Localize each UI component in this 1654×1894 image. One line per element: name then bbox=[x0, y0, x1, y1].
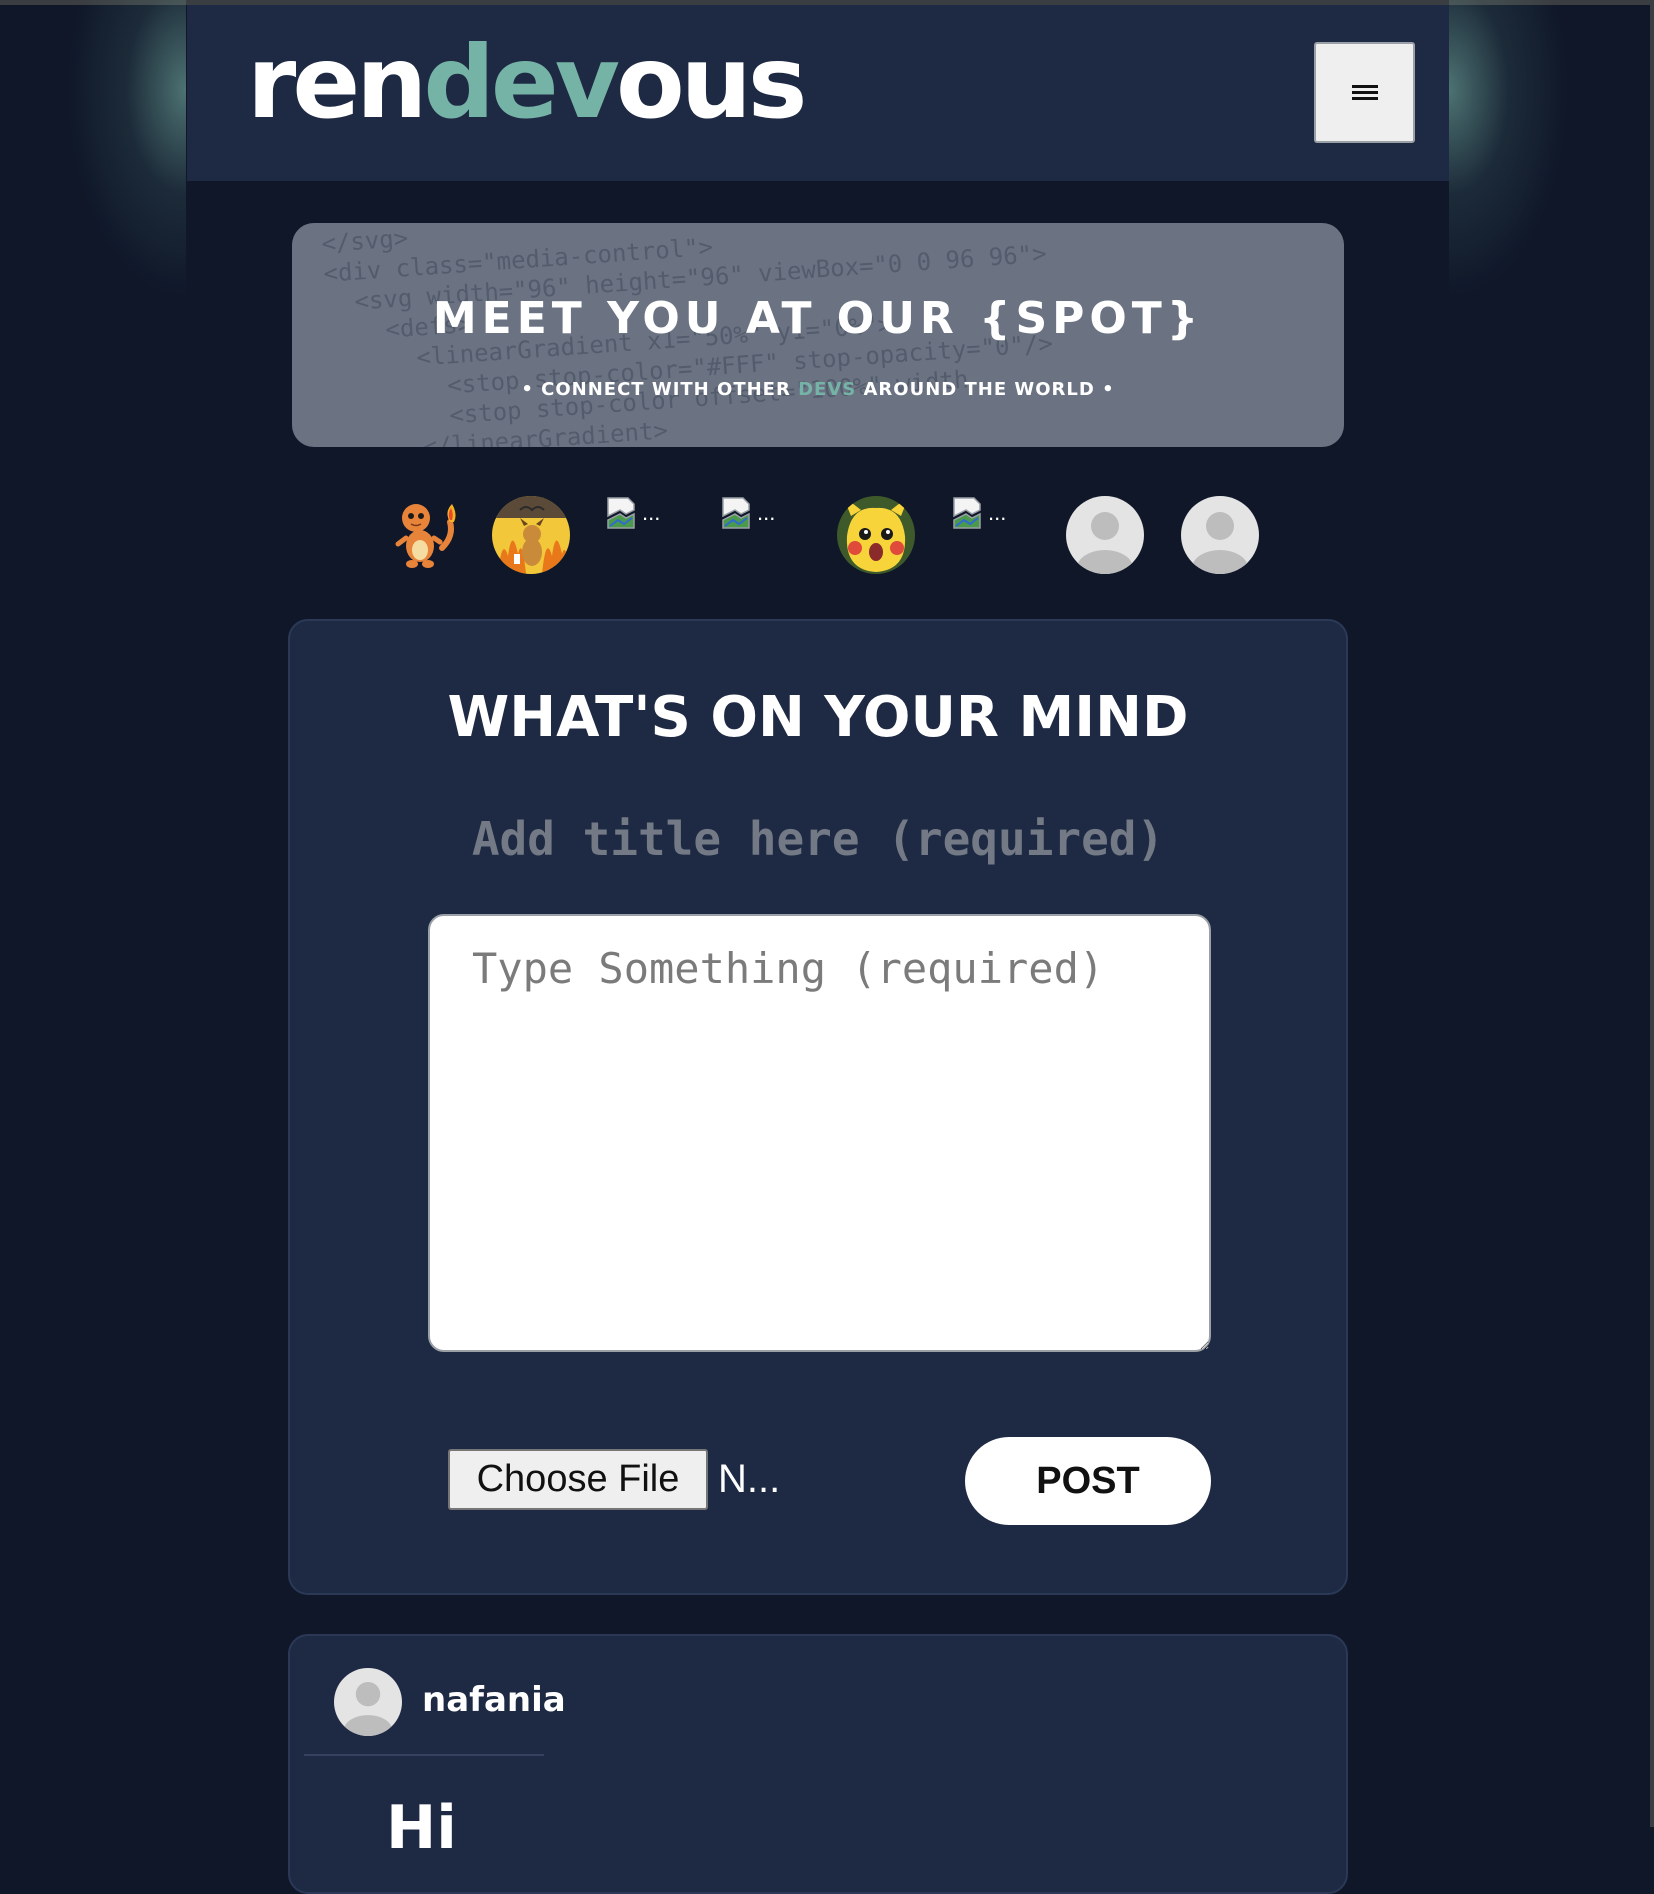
user-avatar[interactable] bbox=[837, 496, 915, 574]
site-logo[interactable]: rendevous bbox=[247, 33, 807, 133]
window-right-edge bbox=[1650, 0, 1654, 1827]
user-avatar[interactable] bbox=[1066, 496, 1144, 574]
banner-sub-prefix: • CONNECT WITH OTHER bbox=[521, 379, 799, 400]
default-user-icon bbox=[1066, 496, 1144, 574]
broken-image-icon bbox=[722, 497, 750, 529]
banner-heading: MEET YOU AT OUR {SPOT} bbox=[432, 293, 1204, 344]
banner-sub-accent: DEVS bbox=[798, 379, 857, 400]
broken-image-icon bbox=[607, 497, 635, 529]
compose-heading: WHAT'S ON YOUR MIND bbox=[447, 685, 1189, 750]
choose-file-button[interactable]: Choose File bbox=[448, 1449, 708, 1510]
file-upload: Choose File N... bbox=[448, 1449, 848, 1511]
logo-text-start: ren bbox=[247, 24, 427, 141]
surprised-pikachu-icon bbox=[837, 496, 915, 574]
header-glow-right bbox=[1449, 0, 1569, 300]
compose-post-card: WHAT'S ON YOUR MIND Choose File N... POS… bbox=[288, 619, 1348, 1595]
banner-subheading: • CONNECT WITH OTHER DEVS AROUND THE WOR… bbox=[292, 379, 1344, 400]
site-header: rendevous bbox=[187, 5, 1449, 181]
logo-text-end: ous bbox=[615, 24, 807, 141]
user-avatar[interactable]: ... bbox=[606, 496, 686, 574]
header-glow-left bbox=[66, 0, 186, 300]
user-avatar[interactable]: ... bbox=[952, 496, 1032, 574]
online-users-row: ... ... ... bbox=[384, 496, 1284, 576]
file-status-text: N... bbox=[718, 1457, 781, 1501]
hero-banner: </svg> <div class="media-control"> <svg … bbox=[292, 223, 1344, 447]
post-author-avatar[interactable] bbox=[334, 1668, 402, 1736]
post-body-text: Hi bbox=[386, 1793, 457, 1863]
user-avatar[interactable] bbox=[384, 496, 462, 574]
user-avatar[interactable] bbox=[1181, 496, 1259, 574]
logo-text-accent: dev bbox=[423, 24, 620, 141]
post-body-textarea[interactable] bbox=[428, 914, 1211, 1352]
default-user-icon bbox=[334, 1668, 402, 1736]
broken-image-icon bbox=[953, 497, 981, 529]
broken-image-alt: ... bbox=[642, 500, 661, 525]
post-author-username[interactable]: nafania bbox=[422, 1680, 566, 1720]
banner-sub-suffix: AROUND THE WORLD • bbox=[856, 379, 1115, 400]
broken-image-alt: ... bbox=[757, 500, 776, 525]
post-header-divider bbox=[304, 1754, 544, 1756]
broken-image-alt: ... bbox=[988, 500, 1007, 525]
charmander-icon bbox=[395, 504, 456, 568]
user-avatar[interactable]: ... bbox=[721, 496, 801, 574]
feed-post-card: nafania Hi bbox=[288, 1634, 1348, 1894]
user-avatar[interactable] bbox=[492, 496, 570, 574]
hamburger-icon bbox=[1351, 83, 1378, 103]
post-title-input[interactable] bbox=[420, 801, 1216, 877]
menu-button[interactable] bbox=[1314, 42, 1415, 143]
post-button[interactable]: POST bbox=[965, 1437, 1211, 1525]
default-user-icon bbox=[1181, 496, 1259, 574]
this-is-fine-dog-icon bbox=[492, 496, 570, 574]
